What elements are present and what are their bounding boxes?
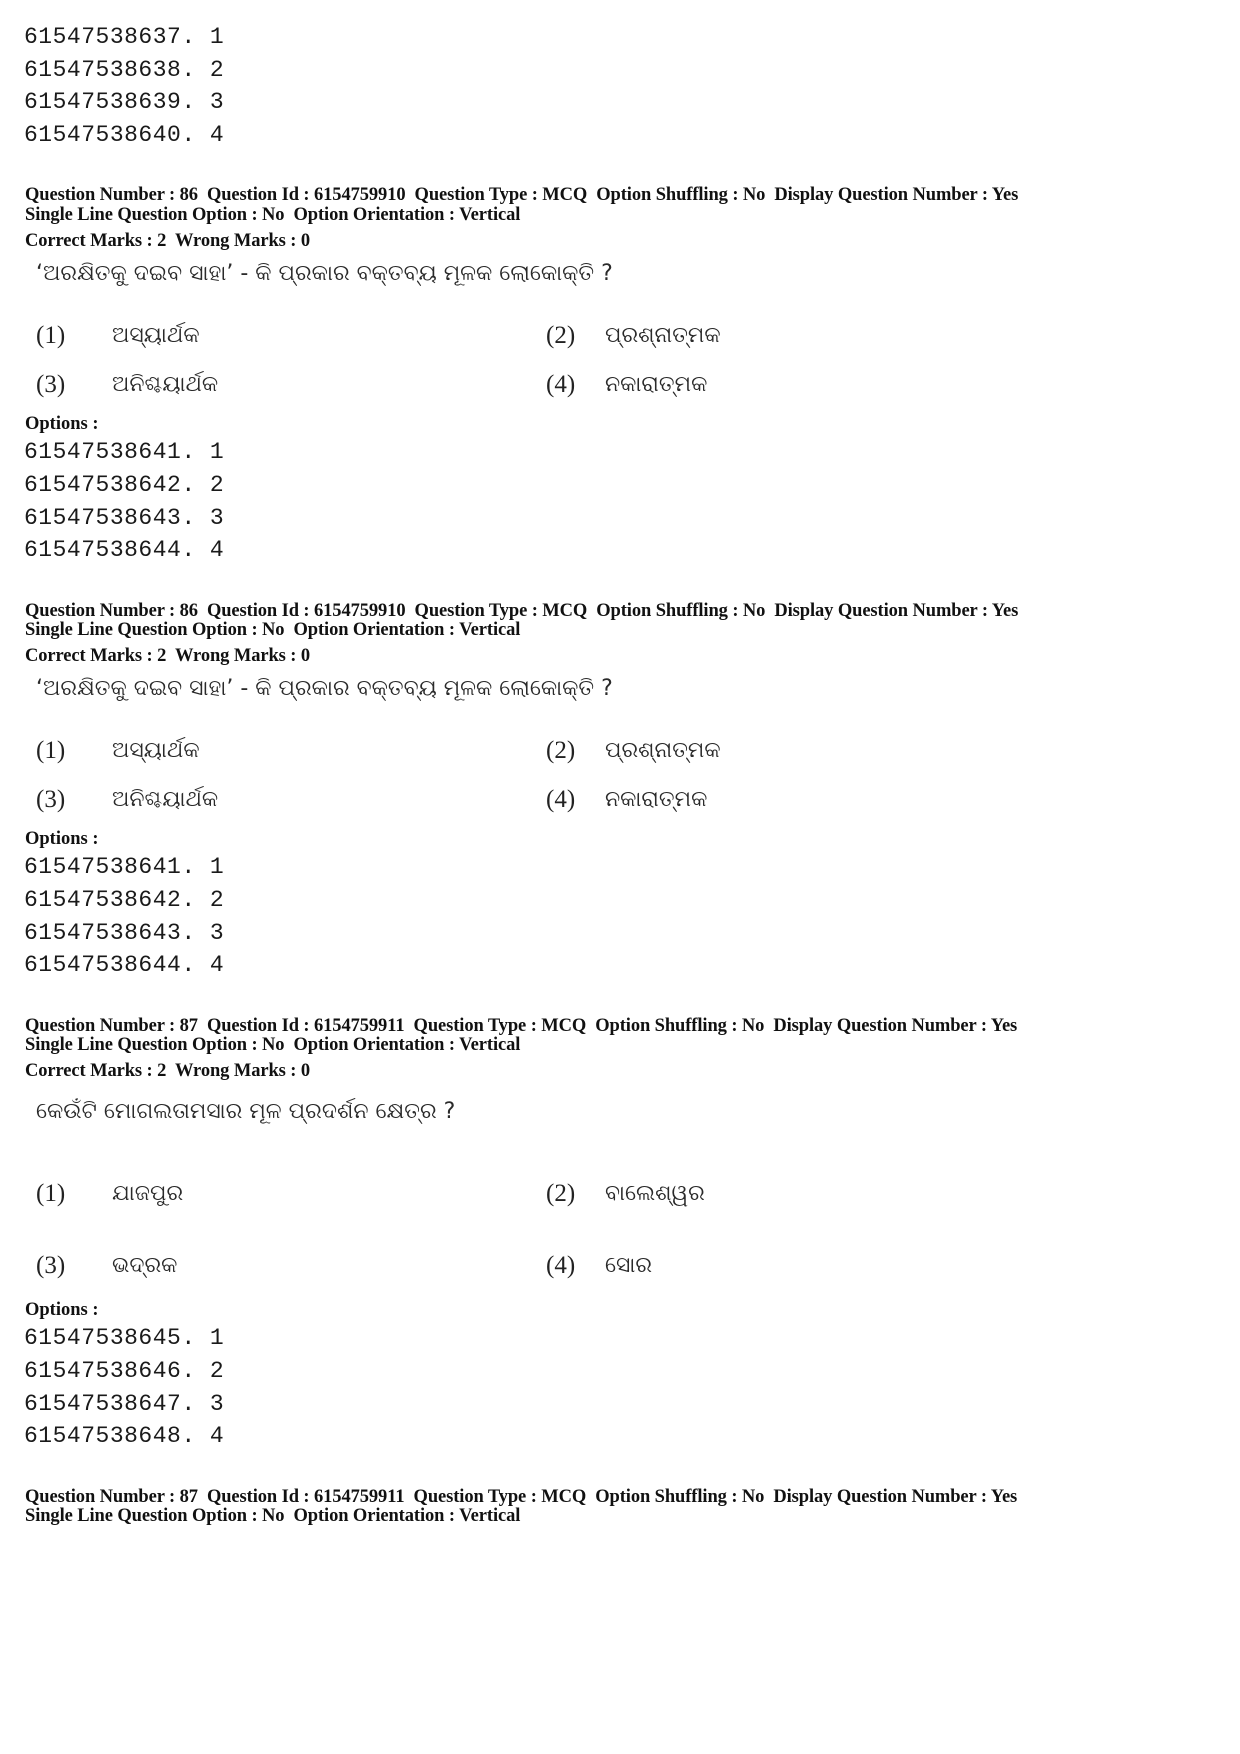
question-meta-line1: Question Number : 86 Question Id : 61547…	[25, 601, 1019, 621]
option-id-row: 61547538643. 3	[24, 505, 225, 531]
choice-number: (2)	[546, 1180, 576, 1207]
option-id-row: 61547538642. 2	[24, 472, 225, 498]
choice-number: (3)	[36, 371, 66, 398]
question-marks: Correct Marks : 2 Wrong Marks : 0	[25, 646, 311, 666]
question-meta-line2: Single Line Question Option : No Option …	[25, 1506, 521, 1526]
choice-text: ବାଲେଶ୍ୱର	[605, 1181, 705, 1206]
choice-number: (4)	[546, 786, 576, 813]
option-id-row: 61547538641. 1	[24, 854, 225, 880]
question-marks: Correct Marks : 2 Wrong Marks : 0	[25, 1061, 311, 1081]
options-label: Options :	[25, 1300, 99, 1320]
choice-number: (3)	[36, 786, 66, 813]
question-meta-line2: Single Line Question Option : No Option …	[25, 620, 521, 640]
question-meta-line1: Question Number : 86 Question Id : 61547…	[25, 185, 1019, 205]
option-id-row: 61547538637. 1	[24, 24, 225, 50]
choice-text: ନକାରାତ୍ମକ	[605, 372, 708, 397]
option-id-row: 61547538644. 4	[24, 952, 225, 978]
option-id-row: 61547538642. 2	[24, 887, 225, 913]
option-id-row: 61547538638. 2	[24, 57, 225, 83]
choice-text: ଅନିଶ୍ଚୟାର୍ଥକ	[112, 372, 219, 397]
options-label: Options :	[25, 829, 99, 849]
choice-number: (4)	[546, 371, 576, 398]
choice-text: ସୋର	[605, 1253, 653, 1278]
option-id-row: 61547538640. 4	[24, 122, 225, 148]
choice-text: ଅସ୍ୟାର୍ଥକ	[112, 738, 200, 763]
choice-text: ନକାରାତ୍ମକ	[605, 787, 708, 812]
option-id-row: 61547538645. 1	[24, 1325, 225, 1351]
choice-text: ପ୍ରଶ୍ନାତ୍ମକ	[605, 323, 721, 348]
choice-number: (3)	[36, 1252, 66, 1279]
choice-number: (1)	[36, 1180, 66, 1207]
choice-number: (2)	[546, 322, 576, 349]
choice-number: (2)	[546, 737, 576, 764]
choice-text: ପ୍ରଶ୍ନାତ୍ମକ	[605, 738, 721, 763]
choice-text: ଅନିଶ୍ଚୟାର୍ଥକ	[112, 787, 219, 812]
option-id-row: 61547538647. 3	[24, 1391, 225, 1417]
option-id-row: 61547538644. 4	[24, 537, 225, 563]
option-id-row: 61547538643. 3	[24, 920, 225, 946]
choice-text: ଭଦ୍ରକ	[112, 1253, 178, 1278]
question-meta-line2: Single Line Question Option : No Option …	[25, 1035, 521, 1055]
question-text: କେଉଁଟି ମୋଗଲତାମସାର ମୂଳ ପ୍ରଦର୍ଶନ କ୍ଷେତ୍ର ?	[36, 1099, 456, 1124]
option-id-row: 61547538648. 4	[24, 1423, 225, 1449]
option-id-row: 61547538641. 1	[24, 439, 225, 465]
choice-text: ଯାଜପୁର	[112, 1181, 184, 1206]
question-meta-line1: Question Number : 87 Question Id : 61547…	[25, 1016, 1018, 1036]
option-id-row: 61547538639. 3	[24, 89, 225, 115]
question-meta-line1: Question Number : 87 Question Id : 61547…	[25, 1487, 1018, 1507]
question-text: ‘ଅରକ୍ଷିତକୁ ଦଇବ ସାହା’ - କି ପ୍ରକାର ବକ୍ତବ୍ୟ…	[36, 676, 613, 701]
choice-number: (1)	[36, 737, 66, 764]
choice-number: (4)	[546, 1252, 576, 1279]
options-label: Options :	[25, 414, 99, 434]
question-text: ‘ଅରକ୍ଷିତକୁ ଦଇବ ସାହା’ - କି ପ୍ରକାର ବକ୍ତବ୍ୟ…	[36, 261, 613, 286]
choice-text: ଅସ୍ୟାର୍ଥକ	[112, 323, 200, 348]
option-id-row: 61547538646. 2	[24, 1358, 225, 1384]
question-meta-line2: Single Line Question Option : No Option …	[25, 205, 521, 225]
question-marks: Correct Marks : 2 Wrong Marks : 0	[25, 231, 311, 251]
choice-number: (1)	[36, 322, 66, 349]
